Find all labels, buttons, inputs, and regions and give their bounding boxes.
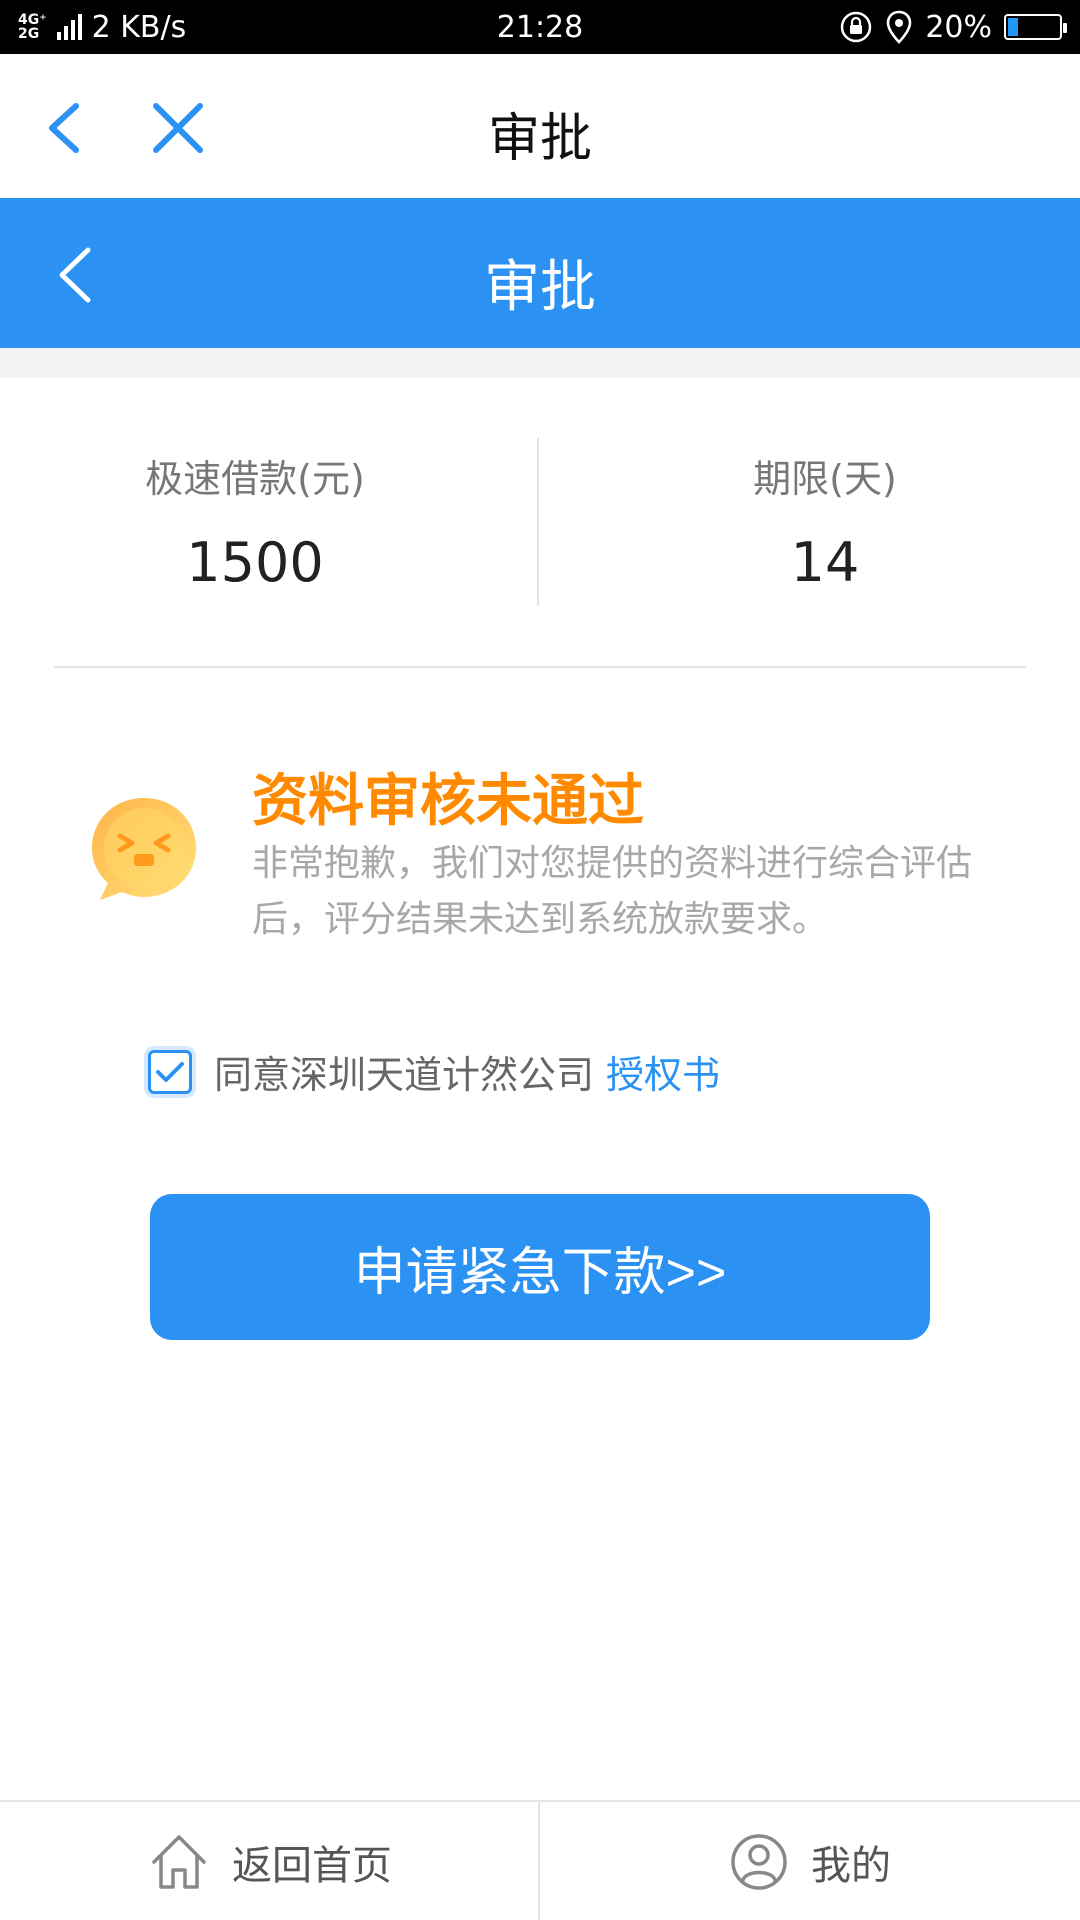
battery-percent: 20% xyxy=(925,9,992,45)
apply-urgent-loan-button[interactable]: 申请紧急下款>> xyxy=(150,1194,930,1340)
nav-home-label: 返回首页 xyxy=(232,1843,392,1889)
page-header: 审批 xyxy=(0,198,1080,348)
status-left: 4G⁺ 2G 2 KB/s xyxy=(18,10,186,45)
nav-mine[interactable]: 我的 xyxy=(540,1802,1080,1920)
agreement-text: 同意深圳天道计然公司 xyxy=(214,1053,595,1097)
loan-term-value: 14 xyxy=(790,531,860,594)
check-icon xyxy=(156,1061,184,1082)
sad-face-icon xyxy=(92,798,196,900)
status-right: 20% xyxy=(839,9,1067,45)
battery-icon xyxy=(1004,14,1067,40)
page-title: 审批 xyxy=(484,255,596,320)
nav-home[interactable]: 返回首页 xyxy=(0,1802,540,1920)
section-spacer xyxy=(0,348,1080,378)
loan-term-label: 期限(天) xyxy=(753,457,897,501)
back-icon[interactable] xyxy=(50,244,100,306)
loan-amount-block: 极速借款(元) 1500 xyxy=(0,448,540,594)
summary-divider xyxy=(537,438,539,606)
loan-summary: 极速借款(元) 1500 期限(天) 14 xyxy=(0,378,1080,668)
result-title: 资料审核未通过 xyxy=(252,769,644,834)
section-divider xyxy=(54,666,1026,668)
rotation-lock-icon xyxy=(841,11,872,43)
network-type-bottom: 2G xyxy=(18,26,40,42)
user-icon xyxy=(731,1834,787,1890)
loan-term-block: 期限(天) 14 xyxy=(540,448,1080,594)
battery-fill xyxy=(1008,18,1018,36)
nav-mine-label: 我的 xyxy=(811,1843,891,1889)
bottom-nav: 返回首页 我的 xyxy=(0,1800,1080,1920)
network-type: 4G⁺ 2G xyxy=(18,13,47,41)
agreement-checkbox[interactable] xyxy=(148,1049,192,1094)
home-icon xyxy=(152,1835,206,1889)
loan-amount-value: 1500 xyxy=(186,531,324,594)
webview-back-icon[interactable] xyxy=(40,100,90,156)
result-description: 非常抱歉，我们对您提供的资料进行综合评估后，评分结果未达到系统放款要求。 xyxy=(252,843,973,940)
webview-close-icon[interactable] xyxy=(150,100,206,156)
webview-header: 审批 xyxy=(0,54,1080,198)
network-speed: 2 KB/s xyxy=(91,9,187,45)
agreement-row: 同意深圳天道计然公司 授权书 xyxy=(148,1044,720,1099)
loan-amount-label: 极速借款(元) xyxy=(145,457,365,501)
authorization-link[interactable]: 授权书 xyxy=(606,1044,720,1099)
status-bar: 4G⁺ 2G 2 KB/s 21:28 20% xyxy=(0,0,1080,54)
signal-icon xyxy=(56,14,82,40)
page: 4G⁺ 2G 2 KB/s 21:28 20% 审批 审批 极速借款(元) 15… xyxy=(0,0,1080,1920)
network-type-top: 4G⁺ xyxy=(18,12,47,28)
location-icon xyxy=(887,10,912,44)
